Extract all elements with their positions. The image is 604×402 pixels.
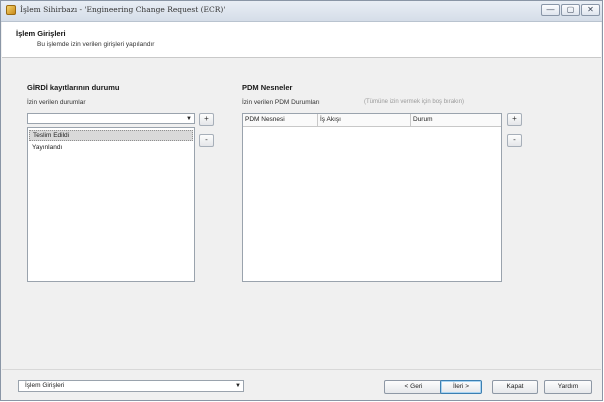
add-pdm-state-button[interactable]: +: [507, 113, 522, 126]
status-list[interactable]: Teslim Edildi Yayınlandı: [27, 127, 195, 282]
column-state[interactable]: Durum: [411, 114, 501, 126]
allowed-status-combo[interactable]: ▼: [27, 113, 195, 124]
dropdown-arrow-icon: ▼: [186, 116, 192, 122]
back-button[interactable]: < Geri: [384, 380, 443, 394]
pdm-objects-title: PDM Nesneler: [242, 83, 293, 92]
wizard-step-select[interactable]: İşlem Girişleri ▼: [18, 380, 244, 392]
help-button[interactable]: Yardım: [544, 380, 592, 394]
column-pdm-object[interactable]: PDM Nesnesi: [243, 114, 318, 126]
remove-pdm-state-button[interactable]: -: [507, 134, 522, 147]
title-bar: İşlem Sihirbazı - 'Engineering Change Re…: [1, 1, 602, 22]
dropdown-arrow-icon: ▼: [235, 383, 241, 389]
page-subtitle: Bu işlemde izin verilen girişleri yapıla…: [37, 41, 155, 48]
pdm-states-grid[interactable]: PDM Nesnesi İş Akışı Durum: [242, 113, 502, 282]
leave-empty-hint: (Tümüne izin vermek için boş bırakın): [364, 99, 465, 105]
close-button[interactable]: Kapat: [492, 380, 538, 394]
wizard-step-value: İşlem Girişleri: [25, 382, 65, 389]
wizard-window: İşlem Sihirbazı - 'Engineering Change Re…: [0, 0, 603, 401]
list-item-teslim-edildi[interactable]: Teslim Edildi: [29, 130, 193, 141]
page-header: İşlem Girişleri Bu işlemde izin verilen …: [2, 22, 601, 58]
input-status-title: GİRDİ kayıtlarının durumu: [27, 83, 120, 92]
allowed-statuses-label: İzin verilen durumlar: [27, 99, 86, 106]
window-title: İşlem Sihirbazı - 'Engineering Change Re…: [20, 5, 226, 14]
minimize-button[interactable]: —: [541, 4, 560, 16]
grid-header: PDM Nesnesi İş Akışı Durum: [243, 114, 501, 127]
add-status-button[interactable]: +: [199, 113, 214, 126]
allowed-pdm-states-label: İzin verilen PDM Durumları: [242, 99, 320, 106]
list-item-yayinlandi[interactable]: Yayınlandı: [29, 142, 193, 153]
app-icon: [6, 5, 16, 15]
footer-divider: [2, 369, 601, 370]
close-window-button[interactable]: ✕: [581, 4, 600, 16]
column-workflow[interactable]: İş Akışı: [318, 114, 411, 126]
page-title: İşlem Girişleri: [16, 29, 66, 38]
next-button[interactable]: İleri >: [440, 380, 482, 394]
maximize-button[interactable]: ▢: [561, 4, 580, 16]
remove-status-button[interactable]: -: [199, 134, 214, 147]
